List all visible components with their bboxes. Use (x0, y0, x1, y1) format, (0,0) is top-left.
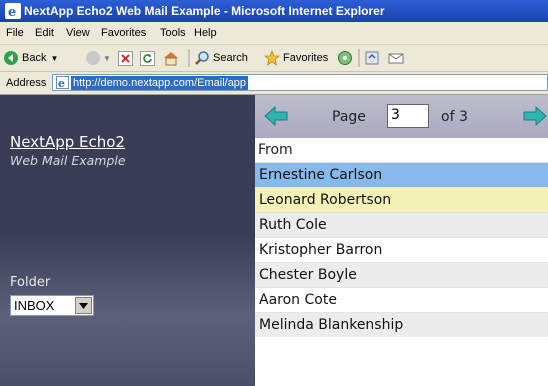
menu-view[interactable]: View (66, 27, 90, 39)
address-field[interactable]: e http://demo.nextapp.com/Email/app (52, 74, 548, 91)
message-list: From Ernestine Carlson Leonard Robertson… (255, 138, 548, 386)
stop-icon (118, 50, 133, 66)
next-page-arrow-icon[interactable] (522, 104, 548, 128)
favorites-button[interactable]: Favorites (264, 49, 328, 67)
menu-bar: File Edit View Favorites Tools Help (0, 22, 548, 45)
history-icon (365, 51, 379, 65)
media-button[interactable] (337, 49, 353, 67)
app-sidebar: NextApp Echo2 Web Mail Example Folder IN… (0, 95, 255, 386)
folder-selected-value: INBOX (14, 298, 55, 313)
search-icon (195, 51, 209, 65)
message-row[interactable]: Ruth Cole (255, 212, 548, 237)
message-row[interactable]: Chester Boyle (255, 262, 548, 287)
pager-bar: Page 3 of 3 (255, 95, 548, 138)
back-button[interactable]: Back ▼ (4, 49, 58, 67)
window-titlebar: e NextApp Echo2 Web Mail Example - Micro… (0, 0, 548, 22)
menu-edit[interactable]: Edit (35, 27, 54, 39)
history-button[interactable] (364, 49, 380, 67)
menu-help[interactable]: Help (194, 27, 217, 39)
menu-favorites[interactable]: Favorites (101, 27, 146, 39)
message-row[interactable]: Aaron Cote (255, 287, 548, 312)
message-row[interactable]: Kristopher Barron (255, 237, 548, 262)
forward-button[interactable]: ▼ (86, 49, 111, 67)
previous-page-arrow-icon[interactable] (263, 104, 289, 128)
message-row[interactable]: Melinda Blankenship (255, 312, 548, 337)
svg-text:e: e (58, 77, 65, 89)
forward-dropdown-icon: ▼ (103, 53, 111, 63)
refresh-icon (140, 50, 155, 66)
address-url: http://demo.nextapp.com/Email/app (71, 76, 249, 90)
browser-toolbar: Back ▼ ▼ Search Favorites (0, 45, 548, 72)
folder-select[interactable]: INBOX (10, 295, 94, 316)
favorites-star-icon (264, 50, 280, 66)
address-label: Address (6, 77, 47, 89)
window-title: NextApp Echo2 Web Mail Example - Microso… (24, 4, 385, 18)
svg-text:e: e (8, 5, 16, 19)
home-button[interactable] (162, 49, 180, 67)
toolbar-divider-2 (358, 49, 360, 67)
back-dropdown-icon: ▼ (50, 53, 59, 63)
message-row[interactable]: Leonard Robertson (255, 187, 548, 212)
refresh-button[interactable] (140, 49, 155, 67)
search-label: Search (213, 52, 248, 64)
favorites-label: Favorites (283, 52, 329, 64)
mail-icon (388, 53, 404, 64)
back-arrow-icon (4, 51, 18, 65)
column-header-from[interactable]: From (255, 138, 548, 162)
stop-button[interactable] (118, 49, 133, 67)
folder-label: Folder (10, 275, 51, 290)
ie-logo-icon: e (5, 3, 21, 19)
page-label: Page (332, 109, 366, 125)
search-button[interactable]: Search (194, 49, 248, 67)
page-total-label: of 3 (441, 109, 468, 125)
app-title-link[interactable]: NextApp Echo2 (10, 133, 125, 151)
menu-file[interactable]: File (6, 27, 24, 39)
home-icon (164, 52, 178, 66)
back-label: Back (22, 52, 47, 64)
address-bar: Address e http://demo.nextapp.com/Email/… (0, 72, 548, 95)
forward-arrow-icon (86, 51, 100, 65)
mail-button[interactable] (388, 49, 404, 67)
app-subtitle: Web Mail Example (10, 153, 126, 168)
page-icon: e (56, 76, 69, 89)
chevron-down-icon[interactable] (75, 297, 92, 314)
menu-tools[interactable]: Tools (160, 27, 186, 39)
media-icon (338, 51, 352, 65)
page-number-input[interactable]: 3 (387, 104, 429, 128)
message-row[interactable]: Ernestine Carlson (255, 162, 548, 187)
toolbar-divider (188, 49, 190, 67)
